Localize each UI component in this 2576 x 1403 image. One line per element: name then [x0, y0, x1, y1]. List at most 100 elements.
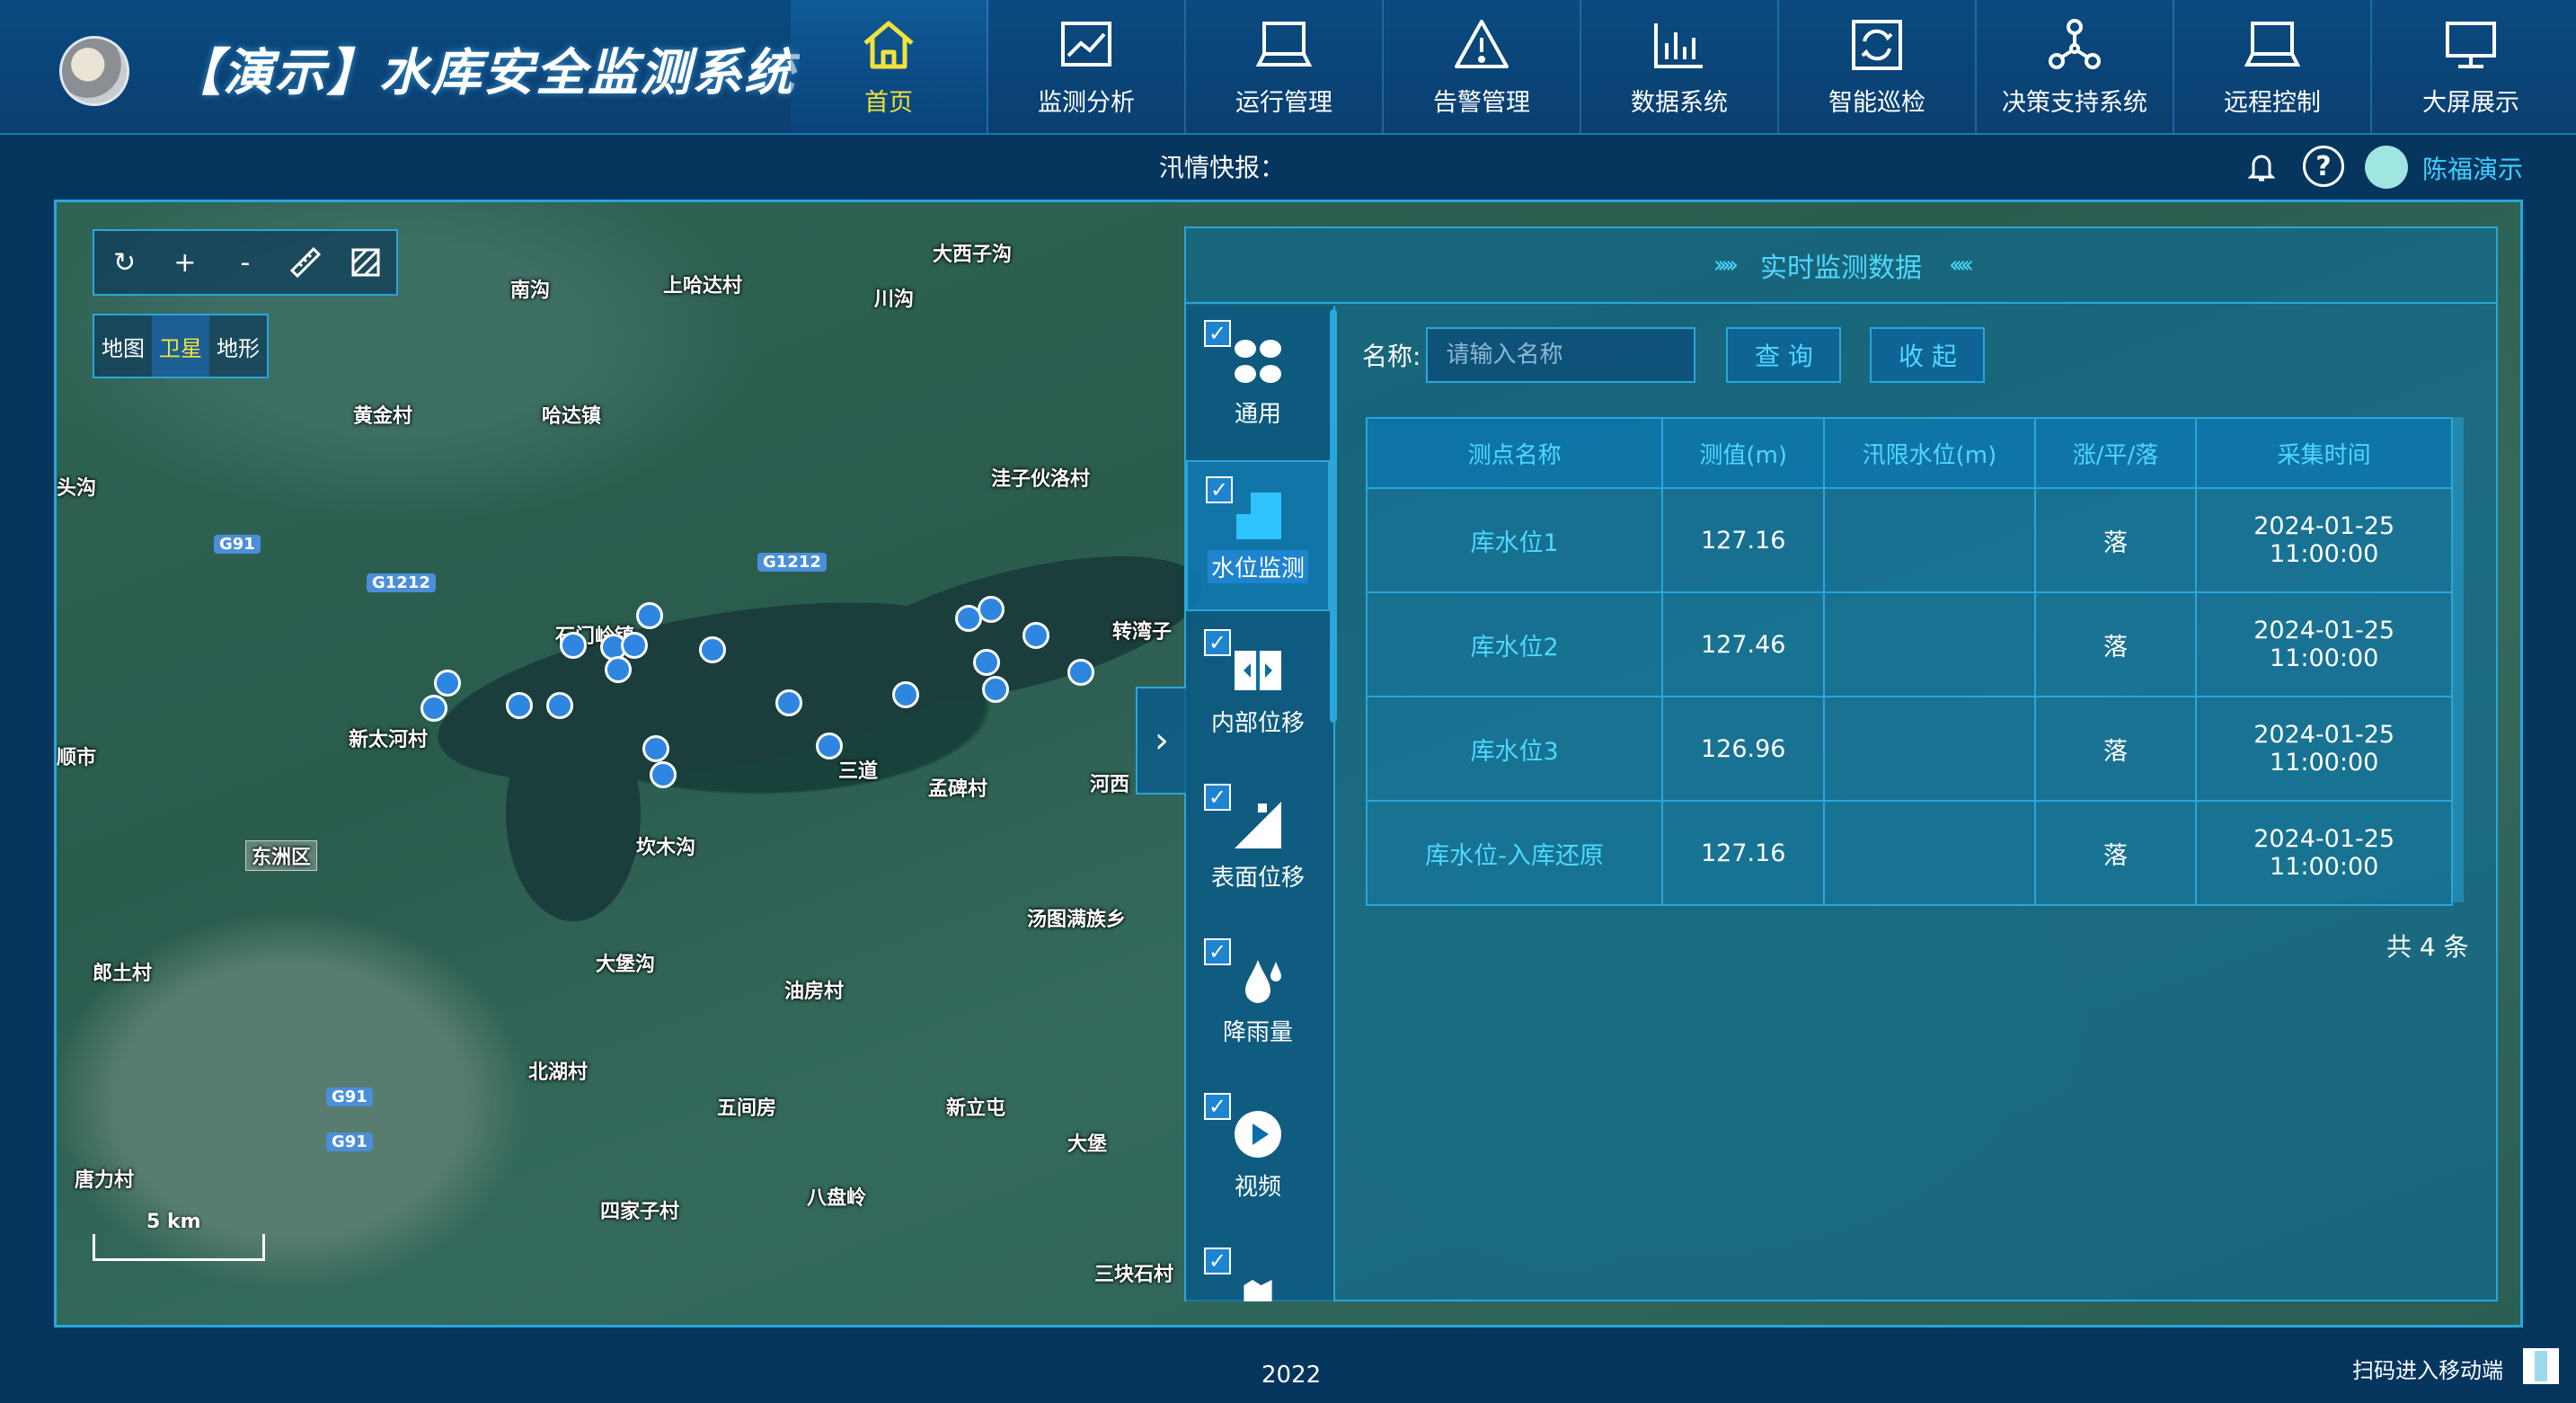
nav-remote-control[interactable]: 远程控制 [2174, 0, 2372, 133]
chevrons-right-icon: ››››› [1713, 252, 1739, 279]
road-shield: G91 [326, 1088, 373, 1106]
layer-label: 内部位移 [1210, 709, 1305, 737]
laptop-icon [1255, 21, 1313, 67]
monitoring-point-marker[interactable] [699, 636, 726, 663]
point-name-cell[interactable]: 库水位-入库还原 [1365, 800, 1664, 906]
bell-icon[interactable] [2248, 151, 2275, 183]
layer-map-button[interactable]: 地图 [94, 315, 152, 377]
footer-year: 2022 [1261, 1362, 1322, 1389]
name-label: 名称: [1362, 342, 1421, 371]
value-cell: 126.96 [1661, 696, 1826, 802]
nav-monitoring-analysis[interactable]: 监测分析 [988, 0, 1186, 133]
monitoring-point-marker[interactable] [560, 632, 587, 659]
qr-code-icon[interactable] [2523, 1348, 2559, 1384]
main-nav: 首页 监测分析 运行管理 告警管理 数据系统 智能巡检 决策支持系统 远程控制 … [791, 0, 2570, 133]
play-icon [1235, 1110, 1281, 1158]
layer-item-video[interactable]: ✓ 视频 [1186, 1079, 1330, 1230]
mobile-entry-label[interactable]: 扫码进入移动端 [2352, 1353, 2503, 1384]
help-button[interactable]: ? [2303, 146, 2344, 187]
point-name-cell[interactable]: 库水位2 [1365, 591, 1664, 697]
checkbox-icon[interactable]: ✓ [1204, 784, 1231, 811]
checkbox-icon[interactable]: ✓ [1204, 320, 1231, 347]
checkbox-icon[interactable]: ✓ [1204, 629, 1231, 656]
monitoring-point-marker[interactable] [636, 602, 663, 629]
internal-displacement-icon [1235, 650, 1281, 690]
measure-area-button[interactable] [341, 238, 390, 287]
monitoring-point-marker[interactable] [642, 735, 669, 762]
nav-label: 远程控制 [2224, 88, 2321, 117]
table-scrollbar[interactable] [2453, 417, 2464, 902]
zoom-in-button[interactable]: + [161, 238, 209, 287]
layer-item-seepage[interactable]: ✓ [1186, 1233, 1330, 1301]
monitoring-point-marker[interactable] [434, 670, 461, 697]
nav-smart-inspection[interactable]: 智能巡检 [1779, 0, 1977, 133]
monitoring-point-marker[interactable] [973, 649, 1000, 676]
table-row[interactable]: 库水位1 127.16 落 2024-01-25 11:00:00 [1365, 487, 2453, 593]
column-header[interactable]: 采集时间 [2195, 417, 2453, 489]
monitoring-point-marker[interactable] [892, 681, 919, 708]
road-shield: G91 [214, 535, 261, 554]
bar-chart-icon [1654, 22, 1703, 68]
point-name-cell[interactable]: 库水位1 [1365, 487, 1664, 593]
monitoring-point-marker[interactable] [1022, 622, 1049, 649]
table-row[interactable]: 库水位3 126.96 落 2024-01-25 11:00:00 [1365, 696, 2453, 802]
nav-alarm-management[interactable]: 告警管理 [1384, 0, 1581, 133]
avatar[interactable] [2365, 146, 2408, 189]
nav-data-system[interactable]: 数据系统 [1581, 0, 1779, 133]
monitoring-point-marker[interactable] [420, 695, 447, 722]
place-label: 顺市 [57, 747, 97, 769]
flood-limit-cell [1823, 696, 2036, 802]
table-row[interactable]: 库水位2 127.46 落 2024-01-25 11:00:00 [1365, 591, 2453, 697]
monitoring-point-marker[interactable] [650, 761, 677, 788]
date-text: 2024-01-25 [2253, 512, 2395, 540]
layer-label: 水位监测 [1207, 549, 1308, 583]
layer-item-surface-displacement[interactable]: ✓ 表面位移 [1186, 769, 1330, 920]
nav-home[interactable]: 首页 [791, 0, 988, 133]
layer-list-scrollbar[interactable] [1330, 309, 1337, 723]
monitoring-point-marker[interactable] [816, 733, 843, 759]
reset-view-button[interactable]: ↻ [101, 238, 149, 287]
layer-label: 降雨量 [1222, 1018, 1293, 1046]
monitoring-point-marker[interactable] [1067, 659, 1094, 686]
column-header[interactable]: 测点名称 [1365, 417, 1664, 489]
checkbox-icon[interactable]: ✓ [1204, 1093, 1231, 1120]
monitoring-point-marker[interactable] [775, 689, 802, 716]
measure-distance-button[interactable] [281, 238, 330, 287]
column-header[interactable]: 汛限水位(m) [1823, 417, 2036, 489]
username[interactable]: 陈福演示 [2422, 150, 2523, 186]
layer-item-internal-displacement[interactable]: ✓ 内部位移 [1186, 615, 1330, 766]
name-search-input[interactable] [1426, 327, 1696, 383]
monitoring-point-marker[interactable] [546, 692, 573, 719]
monitoring-point-marker[interactable] [978, 596, 1005, 623]
zoom-out-button[interactable]: - [221, 238, 270, 287]
checkbox-icon[interactable]: ✓ [1204, 1248, 1231, 1274]
road-shield: G1212 [367, 573, 436, 592]
panel-collapse-toggle[interactable]: › [1136, 687, 1186, 795]
nav-operation-management[interactable]: 运行管理 [1186, 0, 1384, 133]
checkbox-icon[interactable]: ✓ [1204, 938, 1231, 965]
layer-terrain-button[interactable]: 地形 [209, 315, 267, 377]
layer-item-general[interactable]: ✓ 通用 [1186, 306, 1330, 457]
column-header[interactable]: 测值(m) [1661, 417, 1826, 489]
nav-decision-support[interactable]: 决策支持系统 [1977, 0, 2174, 133]
layer-item-rainfall[interactable]: ✓ 降雨量 [1186, 924, 1330, 1075]
monitoring-point-marker[interactable] [506, 692, 533, 719]
column-header[interactable]: 涨/平/落 [2033, 417, 2198, 489]
time-text: 11:00:00 [2270, 749, 2379, 777]
monitoring-point-marker[interactable] [621, 632, 648, 659]
collapse-button[interactable]: 收 起 [1870, 327, 1986, 383]
place-label: 新太河村 [349, 729, 429, 751]
layer-satellite-button[interactable]: 卫星 [152, 315, 209, 377]
monitoring-point-marker[interactable] [605, 656, 632, 683]
flood-limit-cell [1823, 591, 2036, 697]
nav-big-screen[interactable]: 大屏展示 [2372, 0, 2570, 133]
table-row[interactable]: 库水位-入库还原 127.16 落 2024-01-25 11:00:00 [1365, 800, 2453, 906]
realtime-data-panel: › ››››› 实时监测数据 ‹‹‹‹‹ ✓ 通用 ✓ 水位监测 ✓ 内部位移 … [1136, 226, 2498, 1301]
layer-item-water-level[interactable]: ✓ 水位监测 [1186, 460, 1330, 611]
trend-cell: 落 [2033, 696, 2198, 802]
checkbox-icon[interactable]: ✓ [1206, 476, 1233, 503]
point-name-cell[interactable]: 库水位3 [1365, 696, 1664, 802]
time-cell: 2024-01-25 11:00:00 [2195, 487, 2453, 593]
query-button[interactable]: 查 询 [1726, 327, 1842, 383]
monitoring-point-marker[interactable] [982, 676, 1009, 703]
